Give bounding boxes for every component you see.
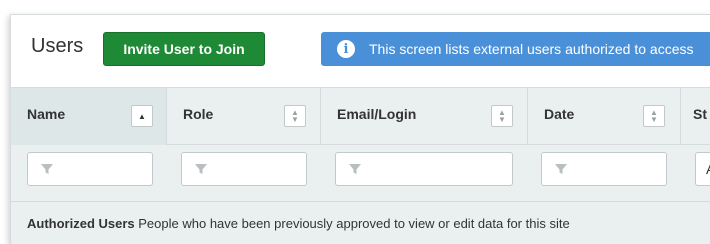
column-header-name[interactable]: Name ▲ <box>11 88 167 145</box>
sort-toggle-icon[interactable]: ▲ ▼ <box>643 105 665 127</box>
authorized-users-caption: Authorized Users People who have been pr… <box>27 216 570 231</box>
section-heading: Authorized Users <box>27 216 135 231</box>
sort-toggle-icon[interactable]: ▲ ▼ <box>491 105 513 127</box>
sort-ascending-icon[interactable]: ▲ <box>131 105 153 127</box>
role-filter-input[interactable] <box>181 152 307 186</box>
column-header-email[interactable]: Email/Login ▲ ▼ <box>321 88 528 145</box>
info-banner-text: This screen lists external users authori… <box>369 41 694 57</box>
page-title: Users <box>31 35 84 57</box>
filter-row: A <box>11 145 710 202</box>
funnel-icon <box>349 164 361 174</box>
column-header-status[interactable]: St <box>681 88 710 145</box>
funnel-icon <box>41 164 53 174</box>
column-label-status: St <box>693 106 707 122</box>
users-panel: Users Invite User to Join i This screen … <box>10 14 710 244</box>
column-label-email: Email/Login <box>337 106 417 122</box>
sort-toggle-icon[interactable]: ▲ ▼ <box>284 105 306 127</box>
column-header-role[interactable]: Role ▲ ▼ <box>167 88 321 145</box>
column-header-date[interactable]: Date ▲ ▼ <box>528 88 681 145</box>
invite-user-button[interactable]: Invite User to Join <box>103 32 265 66</box>
funnel-icon <box>555 164 567 174</box>
date-filter-input[interactable] <box>541 152 667 186</box>
section-description: People who have been previously approved… <box>138 216 570 231</box>
table-header-row: Name ▲ Role ▲ ▼ Email/Login ▲ ▼ Date ▲ ▼ St <box>11 87 710 145</box>
column-label-name: Name <box>27 106 66 122</box>
info-circle-icon: i <box>337 40 355 58</box>
column-label-date: Date <box>544 106 575 122</box>
info-banner: i This screen lists external users autho… <box>321 32 710 66</box>
panel-header: Users Invite User to Join i This screen … <box>11 15 710 87</box>
email-filter-input[interactable] <box>335 152 513 186</box>
status-filter-select[interactable]: A <box>695 152 710 186</box>
funnel-icon <box>195 164 207 174</box>
authorized-users-section: Authorized Users People who have been pr… <box>11 202 710 244</box>
name-filter-input[interactable] <box>27 152 153 186</box>
column-label-role: Role <box>183 106 214 122</box>
